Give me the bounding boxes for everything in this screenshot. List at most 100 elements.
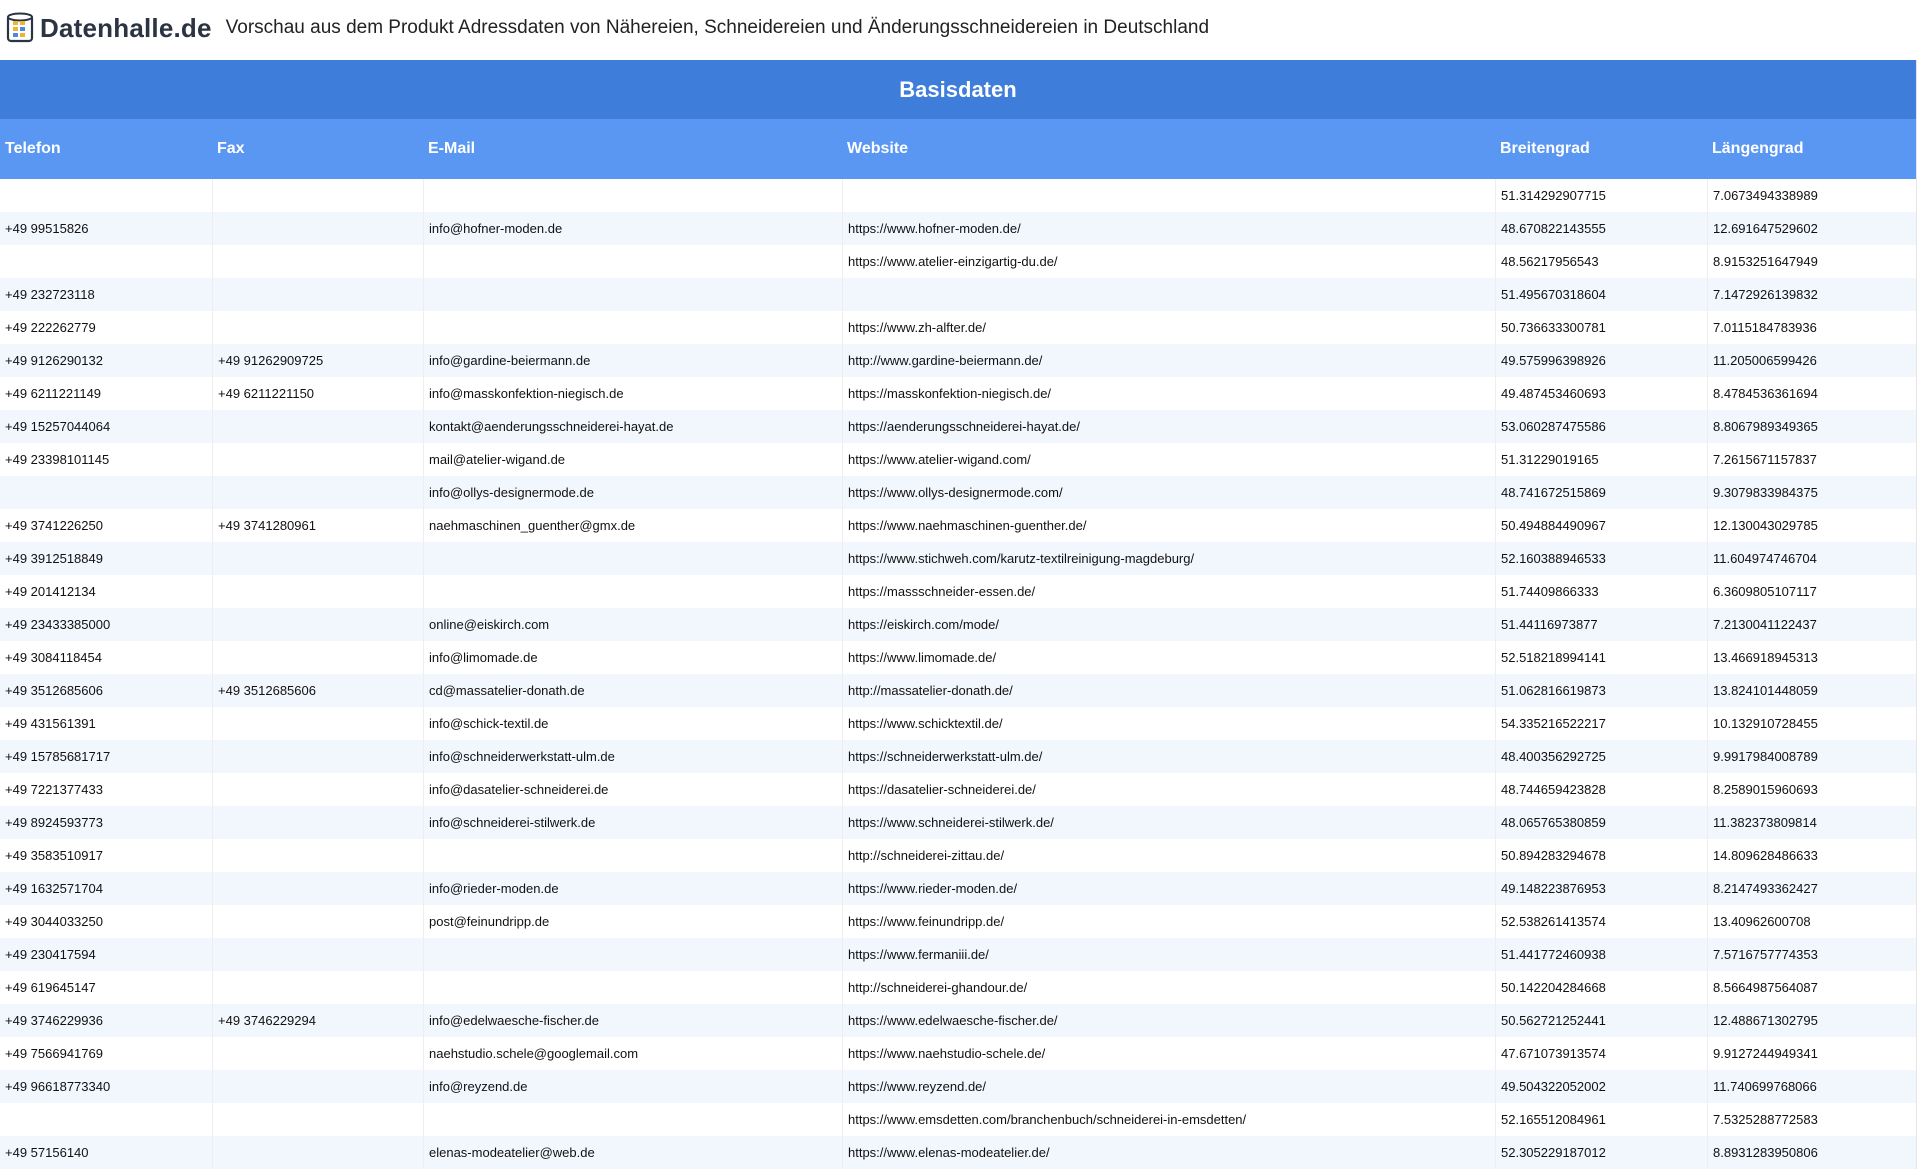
email-cell[interactable]: info@reyzend.de <box>423 1070 842 1103</box>
website-cell[interactable]: https://www.schicktextil.de/ <box>842 707 1495 740</box>
email-cell[interactable] <box>423 839 842 872</box>
email-cell[interactable]: naehstudio.schele@googlemail.com <box>423 1037 842 1070</box>
table-row: +49 9126290132 +49 91262909725 info@gardin… <box>0 344 1916 377</box>
email-cell[interactable]: kontakt@aenderungsschneiderei-hayat.de <box>423 410 842 443</box>
table-row: +49 3583510917 http://schneiderei-zittau.… <box>0 839 1916 872</box>
website-cell[interactable]: https://www.zh-alfter.de/ <box>842 311 1495 344</box>
column-header-telefon[interactable]: Telefon <box>0 140 212 158</box>
telefon-cell <box>0 245 212 278</box>
email-cell[interactable]: mail@atelier-wigand.de <box>423 443 842 476</box>
laengengrad-cell: 8.2589015960693 <box>1707 773 1916 806</box>
website-cell[interactable]: https://www.stichweh.com/karutz-textilre… <box>842 542 1495 575</box>
email-cell[interactable]: naehmaschinen_guenther@gmx.de <box>423 509 842 542</box>
email-cell[interactable]: info@hofner-moden.de <box>423 212 842 245</box>
email-cell[interactable]: info@schneiderwerkstatt-ulm.de <box>423 740 842 773</box>
laengengrad-cell: 13.824101448059 <box>1707 674 1916 707</box>
website-cell[interactable]: http://schneiderei-zittau.de/ <box>842 839 1495 872</box>
breitengrad-cell: 52.305229187012 <box>1495 1136 1707 1169</box>
table-row: +49 23433385000 online@eiskirch.com https:… <box>0 608 1916 641</box>
column-header-website[interactable]: Website <box>842 140 1495 158</box>
table-row: +49 3044033250 post@feinundripp.de https:/… <box>0 905 1916 938</box>
email-cell[interactable] <box>423 179 842 212</box>
website-cell[interactable]: https://www.hofner-moden.de/ <box>842 212 1495 245</box>
email-cell[interactable] <box>423 542 842 575</box>
email-cell[interactable] <box>423 278 842 311</box>
website-cell[interactable]: https://www.limomade.de/ <box>842 641 1495 674</box>
website-cell[interactable]: https://massschneider-essen.de/ <box>842 575 1495 608</box>
website-cell[interactable] <box>842 278 1495 311</box>
brand-logo[interactable]: Datenhalle.de <box>6 11 212 45</box>
table-row: +49 431561391 info@schick-textil.de https:… <box>0 707 1916 740</box>
fax-cell <box>212 311 423 344</box>
website-cell[interactable]: https://www.reyzend.de/ <box>842 1070 1495 1103</box>
email-cell[interactable] <box>423 971 842 1004</box>
email-cell[interactable]: info@schick-textil.de <box>423 707 842 740</box>
breitengrad-cell: 50.736633300781 <box>1495 311 1707 344</box>
email-cell[interactable]: info@rieder-moden.de <box>423 872 842 905</box>
telefon-cell: +49 230417594 <box>5 947 96 962</box>
telefon-cell: +49 3741226250 <box>5 518 103 533</box>
email-cell[interactable]: info@masskonfektion-niegisch.de <box>423 377 842 410</box>
website-cell[interactable]: https://masskonfektion-niegisch.de/ <box>842 377 1495 410</box>
laengengrad-cell: 8.8067989349365 <box>1707 410 1916 443</box>
telefon-cell: +49 3583510917 <box>5 848 103 863</box>
website-cell[interactable]: https://www.naehmaschinen-guenther.de/ <box>842 509 1495 542</box>
email-cell[interactable]: info@ollys-designermode.de <box>423 476 842 509</box>
website-cell[interactable]: http://schneiderei-ghandour.de/ <box>842 971 1495 1004</box>
email-cell[interactable]: online@eiskirch.com <box>423 608 842 641</box>
fax-cell <box>212 575 423 608</box>
website-cell[interactable] <box>842 179 1495 212</box>
website-cell[interactable]: https://www.ollys-designermode.com/ <box>842 476 1495 509</box>
column-header-email[interactable]: E-Mail <box>423 140 842 158</box>
email-cell[interactable] <box>423 1103 842 1136</box>
website-cell[interactable]: https://www.atelier-einzigartig-du.de/ <box>842 245 1495 278</box>
website-cell[interactable]: https://aenderungsschneiderei-hayat.de/ <box>842 410 1495 443</box>
website-cell[interactable]: https://www.elenas-modeatelier.de/ <box>842 1136 1495 1169</box>
telefon-cell: +49 619645147 <box>5 980 96 995</box>
website-cell[interactable]: https://www.rieder-moden.de/ <box>842 872 1495 905</box>
email-cell[interactable]: info@schneiderei-stilwerk.de <box>423 806 842 839</box>
website-cell[interactable]: https://www.naehstudio-schele.de/ <box>842 1037 1495 1070</box>
email-cell[interactable]: info@edelwaesche-fischer.de <box>423 1004 842 1037</box>
website-cell[interactable]: https://eiskirch.com/mode/ <box>842 608 1495 641</box>
email-cell[interactable] <box>423 245 842 278</box>
laengengrad-cell: 8.5664987564087 <box>1707 971 1916 1004</box>
website-cell[interactable]: http://massatelier-donath.de/ <box>842 674 1495 707</box>
telefon-cell: +49 96618773340 <box>5 1079 111 1094</box>
website-cell[interactable]: https://www.atelier-wigand.com/ <box>842 443 1495 476</box>
table-row: +49 96618773340 info@reyzend.de https://ww… <box>0 1070 1916 1103</box>
website-cell[interactable]: https://www.feinundripp.de/ <box>842 905 1495 938</box>
table-row: +49 6211221149 +49 6211221150 info@masskon… <box>0 377 1916 410</box>
breitengrad-cell: 49.504322052002 <box>1495 1070 1707 1103</box>
email-cell[interactable]: info@dasatelier-schneiderei.de <box>423 773 842 806</box>
laengengrad-cell: 7.0673494338989 <box>1707 179 1916 212</box>
fax-cell <box>212 1136 423 1169</box>
telefon-cell: +49 23398101145 <box>5 452 110 467</box>
website-cell[interactable]: http://www.gardine-beiermann.de/ <box>842 344 1495 377</box>
email-cell[interactable] <box>423 311 842 344</box>
email-cell[interactable]: info@gardine-beiermann.de <box>423 344 842 377</box>
column-header-fax[interactable]: Fax <box>212 140 423 158</box>
telefon-cell: +49 23433385000 <box>5 617 111 632</box>
email-cell[interactable] <box>423 575 842 608</box>
website-cell[interactable]: https://dasatelier-schneiderei.de/ <box>842 773 1495 806</box>
page-title: Vorschau aus dem Produkt Adressdaten von… <box>225 17 1210 38</box>
email-cell[interactable]: post@feinundripp.de <box>423 905 842 938</box>
website-cell[interactable]: https://www.emsdetten.com/branchenbuch/s… <box>842 1103 1495 1136</box>
breitengrad-cell: 50.894283294678 <box>1495 839 1707 872</box>
laengengrad-cell: 8.2147493362427 <box>1707 872 1916 905</box>
website-cell[interactable]: https://schneiderwerkstatt-ulm.de/ <box>842 740 1495 773</box>
website-cell[interactable]: https://www.schneiderei-stilwerk.de/ <box>842 806 1495 839</box>
email-cell[interactable]: cd@massatelier-donath.de <box>423 674 842 707</box>
website-cell[interactable]: https://www.fermaniii.de/ <box>842 938 1495 971</box>
column-header-breitengrad[interactable]: Breitengrad <box>1495 140 1707 158</box>
website-cell[interactable]: https://www.edelwaesche-fischer.de/ <box>842 1004 1495 1037</box>
laengengrad-cell: 12.488671302795 <box>1707 1004 1916 1037</box>
telefon-cell: +49 201412134 <box>5 584 96 599</box>
table-row: +49 3912518849 https://www.stichweh.com/k… <box>0 542 1916 575</box>
breitengrad-cell: 49.487453460693 <box>1495 377 1707 410</box>
email-cell[interactable] <box>423 938 842 971</box>
email-cell[interactable]: info@limomade.de <box>423 641 842 674</box>
column-header-laengengrad[interactable]: Längengrad <box>1707 140 1916 158</box>
email-cell[interactable]: elenas-modeatelier@web.de <box>423 1136 842 1169</box>
